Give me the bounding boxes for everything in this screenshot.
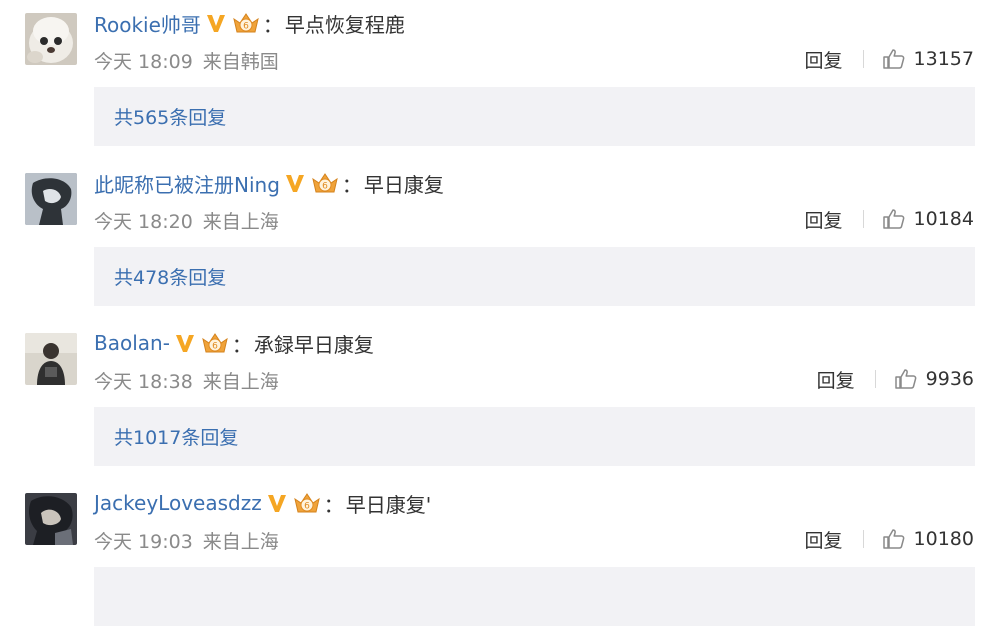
replies-panel: 共478条回复 bbox=[94, 247, 975, 306]
thumbs-up-icon bbox=[882, 207, 906, 231]
like-button[interactable]: 9936 bbox=[894, 367, 974, 391]
svg-text:6: 6 bbox=[212, 342, 218, 352]
comment-actions: 回复 10184 bbox=[805, 204, 974, 234]
svg-text:6: 6 bbox=[243, 22, 249, 32]
colon: ： bbox=[323, 492, 344, 517]
avatar-image bbox=[25, 493, 77, 545]
like-count: 13157 bbox=[913, 48, 974, 70]
comment-item: Rookie帅哥 6 ： 早点恢复程鹿 今天 18:09 来自韩国 回复 1315… bbox=[0, 0, 1000, 160]
divider bbox=[874, 370, 876, 388]
reply-button[interactable]: 回复 bbox=[805, 206, 843, 233]
like-button[interactable]: 13157 bbox=[882, 47, 974, 71]
comment-meta: 今天 18:20 来自上海 bbox=[94, 207, 279, 234]
vip-v-icon[interactable] bbox=[266, 492, 288, 514]
like-count: 10180 bbox=[913, 528, 974, 550]
like-count: 10184 bbox=[913, 208, 974, 230]
location: 来自韩国 bbox=[202, 51, 279, 73]
vip-v-icon[interactable] bbox=[284, 172, 306, 194]
thumbs-up-icon bbox=[882, 47, 906, 71]
avatar-image bbox=[25, 13, 77, 65]
comment-actions: 回复 10180 bbox=[805, 524, 974, 554]
comment-actions: 回复 13157 bbox=[805, 44, 974, 74]
comment-header: JackeyLoveasdzz 6 ： 早日康复' bbox=[94, 488, 431, 518]
like-count: 9936 bbox=[925, 368, 974, 390]
svg-text:6: 6 bbox=[322, 182, 328, 192]
reply-button[interactable]: 回复 bbox=[805, 46, 843, 73]
replies-panel bbox=[94, 567, 975, 626]
colon: ： bbox=[341, 172, 362, 197]
comment-actions: 回复 9936 bbox=[817, 364, 974, 394]
view-replies-link[interactable]: 共565条回复 bbox=[114, 103, 226, 130]
avatar-image bbox=[25, 173, 77, 225]
timestamp: 今天 18:38 bbox=[94, 371, 193, 393]
crown-badge-icon[interactable]: 6 bbox=[231, 10, 261, 36]
colon: ： bbox=[262, 12, 283, 37]
comment-meta: 今天 18:38 来自上海 bbox=[94, 367, 279, 394]
view-replies-link[interactable]: 共478条回复 bbox=[114, 263, 226, 290]
comment-item: JackeyLoveasdzz 6 ： 早日康复' 今天 19:03 来自上海 回… bbox=[0, 480, 1000, 640]
comment-header: Rookie帅哥 6 ： 早点恢复程鹿 bbox=[94, 8, 405, 38]
view-replies-link[interactable]: 共1017条回复 bbox=[114, 423, 238, 450]
replies-panel: 共1017条回复 bbox=[94, 407, 975, 466]
username-link[interactable]: 此昵称已被注册Ning bbox=[94, 169, 280, 198]
crown-badge-icon[interactable]: 6 bbox=[292, 490, 322, 516]
thumbs-up-icon bbox=[894, 367, 918, 391]
username-link[interactable]: Rookie帅哥 bbox=[94, 9, 201, 38]
avatar[interactable] bbox=[25, 173, 77, 225]
timestamp: 今天 19:03 bbox=[94, 531, 193, 553]
avatar[interactable] bbox=[25, 493, 77, 545]
svg-text:6: 6 bbox=[304, 502, 310, 512]
comment-text: 早日康复 bbox=[363, 172, 444, 197]
comment-text: 早点恢复程鹿 bbox=[284, 12, 405, 37]
vip-v-icon[interactable] bbox=[174, 332, 196, 354]
username-link[interactable]: JackeyLoveasdzz bbox=[94, 491, 262, 515]
replies-panel: 共565条回复 bbox=[94, 87, 975, 146]
reply-button[interactable]: 回复 bbox=[817, 366, 855, 393]
divider bbox=[862, 210, 864, 228]
comment-header: 此昵称已被注册Ning 6 ： 早日康复 bbox=[94, 168, 444, 198]
avatar[interactable] bbox=[25, 333, 77, 385]
location: 来自上海 bbox=[202, 371, 279, 393]
location: 来自上海 bbox=[202, 211, 279, 233]
like-button[interactable]: 10180 bbox=[882, 527, 974, 551]
colon: ： bbox=[231, 332, 252, 357]
divider bbox=[862, 50, 864, 68]
comment-item: 此昵称已被注册Ning 6 ： 早日康复 今天 18:20 来自上海 回复 101… bbox=[0, 160, 1000, 320]
crown-badge-icon[interactable]: 6 bbox=[310, 170, 340, 196]
comment-meta: 今天 18:09 来自韩国 bbox=[94, 47, 279, 74]
thumbs-up-icon bbox=[882, 527, 906, 551]
comment-header: Baolan- 6 ： 承録早日康复 bbox=[94, 328, 374, 358]
comment-text: 早日康复' bbox=[345, 492, 432, 517]
reply-button[interactable]: 回复 bbox=[805, 526, 843, 553]
timestamp: 今天 18:20 bbox=[94, 211, 193, 233]
comment-meta: 今天 19:03 来自上海 bbox=[94, 527, 279, 554]
timestamp: 今天 18:09 bbox=[94, 51, 193, 73]
avatar[interactable] bbox=[25, 13, 77, 65]
avatar-image bbox=[25, 333, 77, 385]
crown-badge-icon[interactable]: 6 bbox=[200, 330, 230, 356]
comment-item: Baolan- 6 ： 承録早日康复 今天 18:38 来自上海 回复 9936 … bbox=[0, 320, 1000, 480]
vip-v-icon[interactable] bbox=[205, 12, 227, 34]
location: 来自上海 bbox=[202, 531, 279, 553]
comment-text: 承録早日康复 bbox=[253, 332, 374, 357]
divider bbox=[862, 530, 864, 548]
username-link[interactable]: Baolan- bbox=[94, 331, 170, 355]
like-button[interactable]: 10184 bbox=[882, 207, 974, 231]
